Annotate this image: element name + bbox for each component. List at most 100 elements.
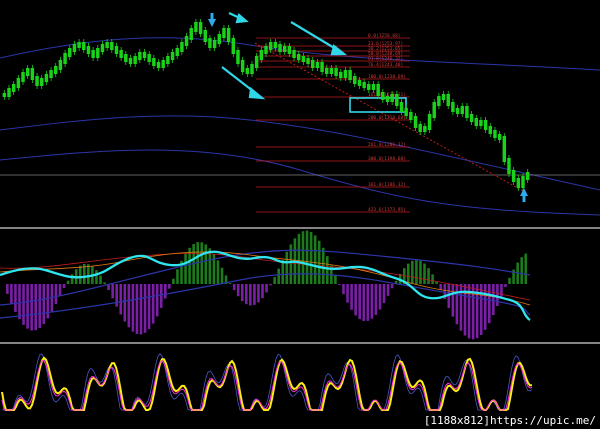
- oscillator-lines: [0, 249, 531, 321]
- histogram-bar: [346, 284, 349, 303]
- candle-body: [306, 58, 310, 64]
- candle-body: [264, 46, 268, 54]
- candle-body: [49, 70, 53, 78]
- histogram-bar: [285, 251, 289, 284]
- histogram-bar: [18, 284, 21, 320]
- histogram-bar: [508, 277, 511, 284]
- histogram-bar: [496, 284, 499, 307]
- fib-label: 100.0(1238.69): [368, 74, 406, 80]
- histogram-bar: [297, 233, 301, 284]
- trading-chart[interactable]: 0.0(1258.68)23.6(1253.97)38.2(1251.05)50…: [0, 0, 600, 429]
- candle-body: [161, 60, 165, 68]
- candle-body: [502, 136, 507, 162]
- histogram-bar: [111, 284, 114, 299]
- histogram-bar: [10, 284, 13, 304]
- candle-body: [329, 68, 334, 74]
- candle-body: [86, 46, 91, 54]
- candle-body: [58, 60, 63, 70]
- histogram-bar: [240, 284, 244, 302]
- histogram-bar: [58, 284, 62, 296]
- histogram-bar: [38, 284, 42, 328]
- candle-body: [254, 56, 259, 68]
- histogram-bar: [42, 284, 46, 324]
- histogram-bar: [317, 240, 321, 284]
- candle-body: [497, 134, 502, 140]
- histogram-bar: [504, 284, 507, 287]
- histogram-bar: [326, 256, 329, 284]
- histogram-bar: [66, 280, 70, 284]
- histogram-bar: [309, 231, 313, 284]
- candle-body: [259, 50, 264, 60]
- histogram-bar: [257, 284, 260, 303]
- histogram-bar: [362, 284, 366, 321]
- trend-arrows: [221, 12, 348, 100]
- histogram-bar: [249, 284, 252, 306]
- histogram-bar: [435, 281, 438, 284]
- histogram-bar: [370, 284, 374, 319]
- candle-body: [156, 62, 161, 68]
- histogram-bar: [14, 284, 17, 312]
- histogram-bar: [334, 275, 337, 284]
- histogram-bar: [358, 284, 361, 320]
- fib-label: 200.0(1218.68): [368, 115, 406, 121]
- candle-body: [348, 70, 352, 80]
- histogram-bar: [95, 270, 98, 284]
- histogram-bar: [34, 284, 37, 331]
- histogram-bar: [87, 264, 90, 284]
- candle-body: [418, 124, 422, 132]
- candle-body: [133, 56, 137, 64]
- candle-body: [208, 38, 212, 48]
- fib-label: 423.6(1173.95): [368, 207, 406, 213]
- histogram-bar: [119, 284, 123, 315]
- histogram-bar: [155, 284, 159, 317]
- candle-body: [53, 66, 58, 74]
- candle-body: [21, 72, 25, 82]
- candle-body: [451, 102, 455, 112]
- histogram-bar: [99, 275, 102, 284]
- candle-body: [11, 84, 16, 92]
- candle-body: [245, 68, 250, 74]
- candle-body: [110, 42, 114, 50]
- histogram-bar: [253, 284, 256, 305]
- candle-body: [198, 22, 203, 34]
- histogram-bar: [451, 284, 455, 317]
- fib-label: 76.4(1243.40): [368, 62, 403, 68]
- candle-body: [423, 126, 427, 132]
- histogram-bar: [350, 284, 353, 310]
- histogram-bar: [159, 284, 163, 308]
- candle-body: [194, 22, 198, 32]
- candle-body: [516, 178, 521, 188]
- histogram-bar: [313, 235, 317, 284]
- histogram-bar: [204, 244, 208, 284]
- candle-body: [25, 68, 30, 76]
- stochastic-oscillator: [1, 353, 533, 411]
- histogram-bar: [431, 274, 434, 284]
- histogram-bar: [455, 284, 459, 325]
- candle-body: [343, 70, 348, 78]
- candle-body: [362, 82, 366, 88]
- candle-body: [170, 52, 175, 60]
- candle-body: [325, 68, 329, 74]
- candle-body: [203, 30, 207, 42]
- histogram-bar: [228, 283, 232, 284]
- candle-body: [353, 76, 357, 84]
- candle-body: [488, 126, 493, 134]
- histogram-bar: [26, 284, 29, 329]
- candle-body: [296, 54, 301, 60]
- candle-body: [268, 42, 273, 50]
- histogram-bar: [492, 284, 495, 316]
- histogram-bar: [488, 284, 491, 324]
- candle-body: [455, 108, 460, 114]
- histogram-bar: [184, 253, 187, 284]
- candle-body: [166, 56, 170, 64]
- candle-body: [77, 42, 81, 48]
- candle-body: [465, 106, 469, 118]
- candle-body: [16, 78, 21, 88]
- histogram-bar: [366, 284, 370, 321]
- histogram-bar: [378, 284, 382, 310]
- candle-body: [367, 84, 371, 90]
- histogram-bar: [232, 284, 236, 291]
- histogram-bar: [115, 284, 118, 307]
- candle-body: [395, 94, 399, 106]
- histogram-bar: [354, 284, 357, 316]
